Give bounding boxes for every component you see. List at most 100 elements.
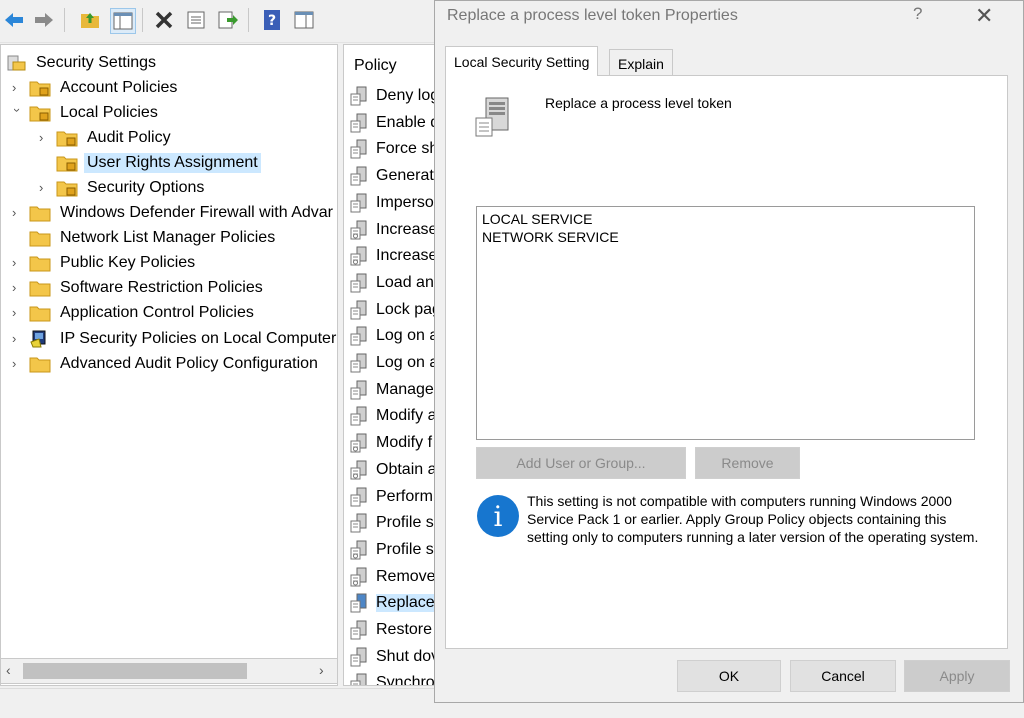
list-item[interactable]: NETWORK SERVICE xyxy=(482,228,969,246)
policy-icon xyxy=(350,380,367,400)
tree-item-ip-security-policies[interactable]: › IP Security Policies on Local Computer xyxy=(12,327,337,351)
policy-label: Synchro xyxy=(376,674,435,686)
help-icon[interactable]: ? xyxy=(260,8,284,32)
tree-item-advanced-audit-policy[interactable]: › Advanced Audit Policy Configuration xyxy=(12,352,321,376)
chevron-right-icon[interactable]: › xyxy=(39,131,49,144)
tree-horizontal-scrollbar[interactable]: ‹ › xyxy=(0,658,338,684)
policy-row[interactable]: Synchro xyxy=(350,671,435,686)
policy-icon xyxy=(350,433,367,453)
back-icon[interactable] xyxy=(2,8,26,32)
policy-row[interactable]: Restore xyxy=(350,618,432,642)
tree-item-application-control[interactable]: › Application Control Policies xyxy=(12,301,257,325)
policy-icon xyxy=(350,406,367,426)
chevron-right-icon[interactable]: › xyxy=(12,81,22,94)
policy-row[interactable]: Obtain a xyxy=(350,458,436,482)
policy-label: Profile sy xyxy=(376,540,442,558)
add-user-or-group-button[interactable]: Add User or Group... xyxy=(476,447,686,479)
policy-label: Load and xyxy=(376,273,443,291)
policy-row[interactable]: Shut dov xyxy=(350,645,439,669)
folder-icon xyxy=(29,357,51,373)
tree-item-local-policies[interactable]: › Local Policies xyxy=(10,101,161,125)
policy-label: Deny log xyxy=(376,87,440,104)
policy-icon xyxy=(350,220,367,239)
tree-item-security-settings[interactable]: Security Settings xyxy=(5,51,159,75)
policy-icon xyxy=(350,593,367,613)
policy-row[interactable]: Increase xyxy=(350,244,437,268)
policy-icon xyxy=(350,567,367,587)
delete-icon[interactable] xyxy=(152,8,176,32)
ok-button[interactable]: OK xyxy=(677,660,781,692)
folder-icon xyxy=(29,206,51,222)
policy-column-header[interactable]: Policy xyxy=(354,57,397,75)
policy-label: Log on a xyxy=(376,354,439,371)
chevron-right-icon[interactable]: › xyxy=(39,181,49,194)
chevron-down-icon[interactable]: › xyxy=(10,108,25,118)
policy-row[interactable]: Perform xyxy=(350,485,433,509)
tree-item-security-options[interactable]: › Security Options xyxy=(39,176,207,200)
tab-local-security-setting[interactable]: Local Security Setting xyxy=(445,46,599,76)
tree-item-network-list-manager[interactable]: Network List Manager Policies xyxy=(29,226,278,250)
policy-row[interactable]: Force sh xyxy=(350,137,438,161)
policy-row[interactable]: Remove xyxy=(350,565,436,589)
tree-item-account-policies[interactable]: › Account Policies xyxy=(12,76,180,100)
scroll-left-icon[interactable]: ‹ xyxy=(6,662,11,678)
tree-item-windows-defender-firewall[interactable]: › Windows Defender Firewall with Advar xyxy=(12,201,336,225)
policy-icon xyxy=(350,246,367,266)
up-folder-icon[interactable] xyxy=(78,8,102,32)
accounts-listbox[interactable]: LOCAL SERVICE NETWORK SERVICE xyxy=(476,206,975,440)
chevron-right-icon[interactable]: › xyxy=(12,256,22,269)
policy-label: Lock pag xyxy=(376,300,441,318)
folder-lock-icon xyxy=(56,181,78,197)
policy-row[interactable]: Enable d xyxy=(350,111,439,135)
cancel-button[interactable]: Cancel xyxy=(790,660,896,692)
forward-icon[interactable] xyxy=(32,8,56,32)
policy-row[interactable]: Log on a xyxy=(350,324,438,348)
show-hide-tree-icon[interactable] xyxy=(110,8,136,34)
tree-item-user-rights-assignment[interactable]: User Rights Assignment xyxy=(56,151,261,175)
policy-row[interactable]: Imperso xyxy=(350,191,434,215)
tree-item-audit-policy[interactable]: › Audit Policy xyxy=(39,126,174,150)
policy-icon xyxy=(350,620,367,640)
scroll-right-icon[interactable]: › xyxy=(319,662,324,678)
chevron-right-icon[interactable]: › xyxy=(12,332,22,345)
policy-list: Policy Deny log Enable d Force sh Generat Im… xyxy=(343,44,443,686)
properties-icon[interactable] xyxy=(184,8,208,32)
security-settings-icon xyxy=(7,55,26,71)
help-button[interactable]: ? xyxy=(913,4,922,24)
policy-row[interactable]: Deny log xyxy=(350,84,439,108)
apply-button[interactable]: Apply xyxy=(904,660,1010,692)
close-button[interactable]: ✕ xyxy=(975,3,993,29)
policy-row[interactable]: Modify f xyxy=(350,431,432,455)
policy-label: Imperso xyxy=(376,193,434,211)
chevron-right-icon[interactable]: › xyxy=(12,357,22,370)
policy-label: Shut dov xyxy=(376,647,440,665)
dialog-title: Replace a process level token Properties xyxy=(447,7,738,24)
policy-row[interactable]: Modify a xyxy=(350,404,436,428)
policy-row[interactable]: Replace xyxy=(350,591,435,615)
list-item[interactable]: LOCAL SERVICE xyxy=(482,210,969,228)
view-icon[interactable] xyxy=(292,8,316,32)
remove-button[interactable]: Remove xyxy=(695,447,800,479)
chevron-right-icon[interactable]: › xyxy=(12,306,22,319)
policy-row[interactable]: Log on a xyxy=(350,351,438,375)
policy-row[interactable]: Load and xyxy=(350,271,443,295)
policy-row[interactable]: Lock pag xyxy=(350,298,441,322)
policy-label: Modify f xyxy=(376,434,433,452)
policy-row[interactable]: Manage xyxy=(350,378,434,402)
chevron-right-icon[interactable]: › xyxy=(12,206,22,219)
folder-icon xyxy=(29,256,51,272)
export-list-icon[interactable] xyxy=(216,8,240,32)
policy-row[interactable]: Generat xyxy=(350,164,434,188)
tab-explain[interactable]: Explain xyxy=(609,49,673,77)
scrollbar-thumb[interactable] xyxy=(23,663,247,679)
policy-row[interactable]: Profile sy xyxy=(350,538,442,562)
tree-item-software-restriction[interactable]: › Software Restriction Policies xyxy=(12,276,266,300)
policy-label: Restore xyxy=(376,621,433,638)
policy-label: Manage xyxy=(376,380,434,398)
tree-item-public-key-policies[interactable]: › Public Key Policies xyxy=(12,251,198,275)
chevron-right-icon[interactable]: › xyxy=(12,281,22,294)
policy-row[interactable]: Profile si xyxy=(350,511,437,535)
policy-icon xyxy=(350,647,367,667)
policy-row[interactable]: Increase xyxy=(350,218,437,242)
policy-label: Profile si xyxy=(376,514,438,532)
